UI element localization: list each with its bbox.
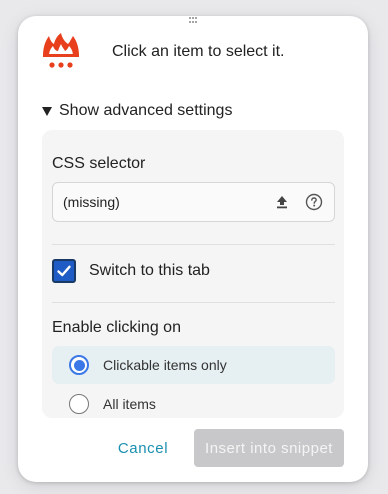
flame-logo-icon: [43, 33, 79, 68]
radio-dot: [73, 359, 85, 371]
switch-tab-checkbox-row[interactable]: Switch to this tab: [52, 259, 210, 283]
help-icon[interactable]: [305, 193, 323, 211]
instruction-text: Click an item to select it.: [112, 43, 285, 60]
drag-handle-icon[interactable]: [188, 16, 198, 24]
switch-tab-label: Switch to this tab: [89, 262, 210, 279]
section-divider: [52, 302, 335, 303]
css-selector-label: CSS selector: [52, 155, 146, 172]
css-selector-field: [52, 182, 335, 222]
cancel-button[interactable]: Cancel: [108, 429, 178, 467]
radio-label: All items: [103, 396, 156, 412]
advanced-settings-toggle[interactable]: Show advanced settings: [42, 102, 232, 120]
upload-icon[interactable]: [275, 195, 289, 209]
triangle-down-icon: [42, 106, 52, 116]
css-selector-input[interactable]: [63, 183, 263, 221]
enable-clicking-label: Enable clicking on: [52, 319, 181, 336]
selector-dialog: Click an item to select it. Show advance…: [18, 16, 368, 482]
advanced-settings-label: Show advanced settings: [59, 102, 233, 119]
switch-tab-checkbox[interactable]: [52, 259, 76, 283]
insert-into-snippet-button[interactable]: Insert into snippet: [194, 429, 344, 467]
radio-option-all-items[interactable]: All items: [52, 385, 335, 423]
advanced-settings-panel: CSS selector Switch to this tab: [42, 130, 344, 418]
radio-label: Clickable items only: [103, 357, 227, 373]
section-divider: [52, 244, 335, 245]
radio-button[interactable]: [69, 394, 89, 414]
radio-button[interactable]: [69, 355, 89, 375]
dialog-header: Click an item to select it.: [40, 32, 285, 72]
radio-option-clickable-only[interactable]: Clickable items only: [52, 346, 335, 384]
checkmark-icon: [57, 265, 71, 277]
